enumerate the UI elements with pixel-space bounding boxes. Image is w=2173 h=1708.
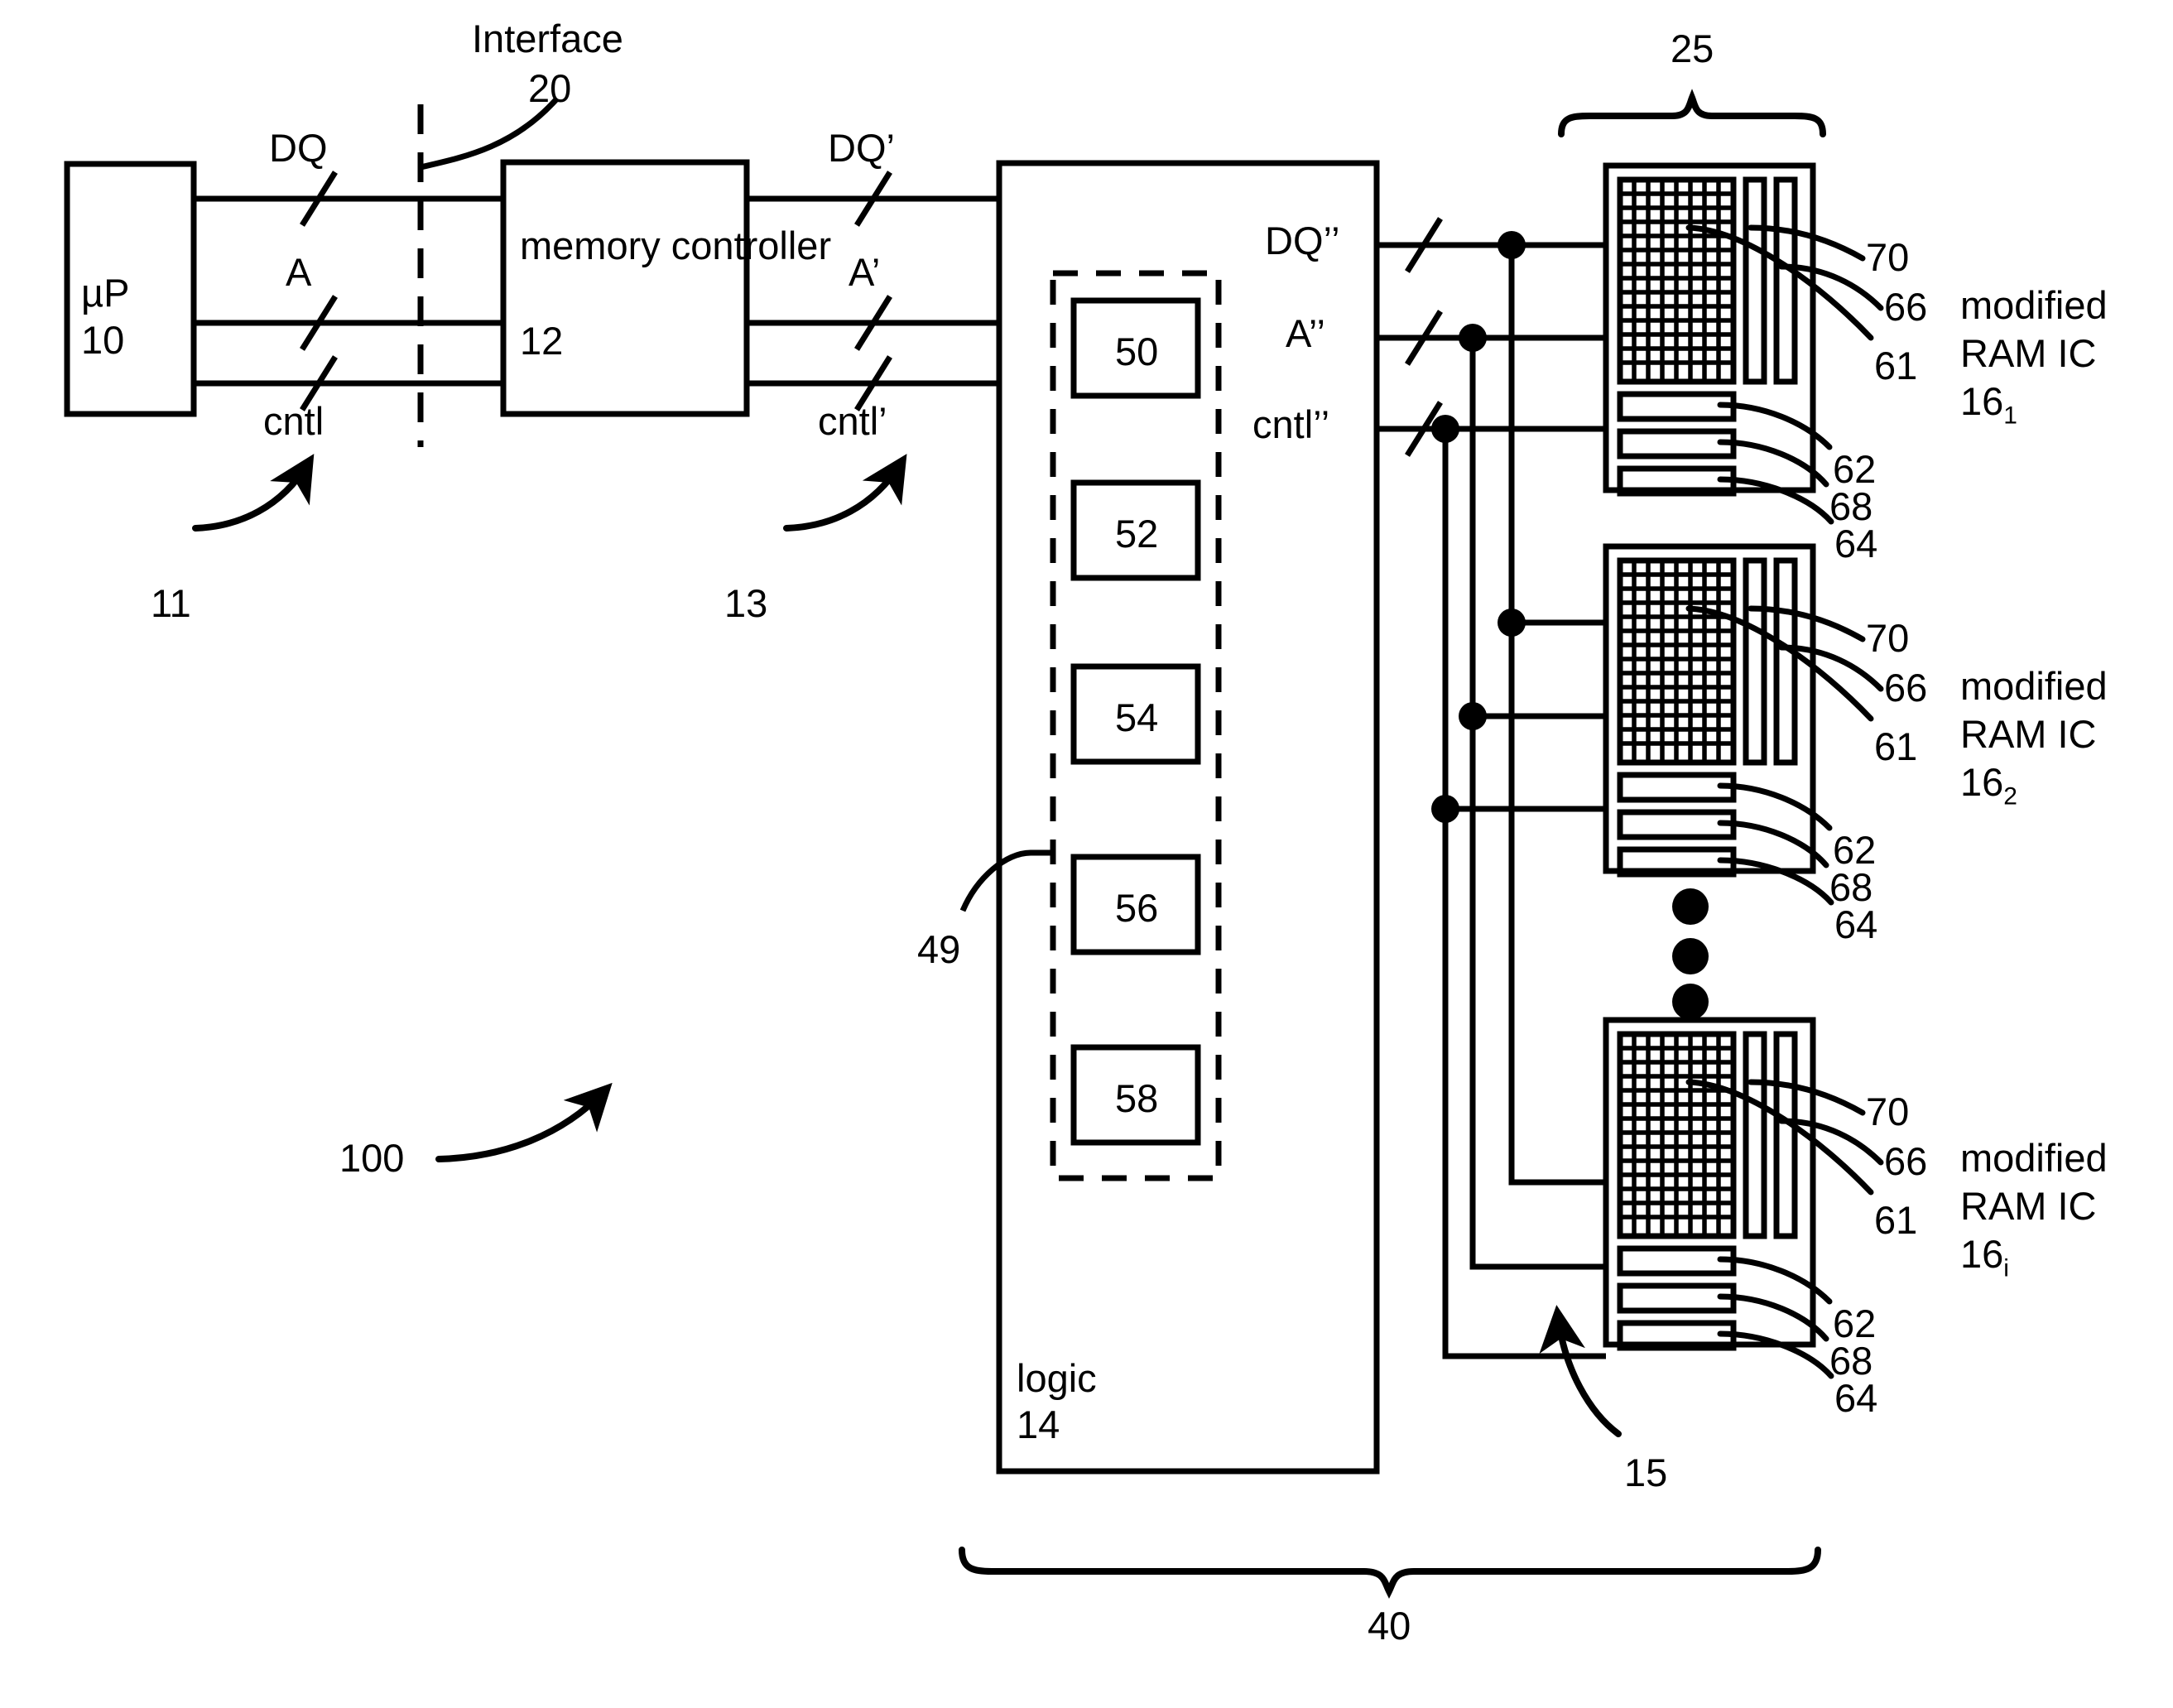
leader-49 bbox=[959, 849, 1053, 912]
microprocessor-name: µP bbox=[81, 271, 130, 315]
ram-ic-3-ref-sub: i bbox=[2003, 1254, 2009, 1282]
ram-ic-3-bar-66 bbox=[1773, 1031, 1798, 1239]
ram-ic-2-title-line2: RAM IC bbox=[1960, 712, 2097, 756]
ram-ic-2-title-line1: modified bbox=[1960, 664, 2108, 708]
callout-label-66-ic1: 66 bbox=[1884, 285, 1928, 329]
ram-ic-1-array-grid bbox=[1620, 180, 1733, 382]
callout-label-70-ic3: 70 bbox=[1866, 1090, 1910, 1133]
callout-label-61-ic2: 61 bbox=[1874, 724, 1918, 768]
ram-ic-3-title-line2: RAM IC bbox=[1960, 1184, 2097, 1228]
bus-label-cntl-dprime: cntl’’ bbox=[1252, 402, 1330, 446]
ram-ic-1-ref-sub: 1 bbox=[2003, 402, 2017, 430]
junction-dot-dq-ic2 bbox=[1498, 609, 1526, 637]
bus-label-dq-dprime: DQ’’ bbox=[1265, 219, 1340, 262]
ram-ic-2-body bbox=[1603, 543, 1816, 874]
callout-label-64-ic2: 64 bbox=[1834, 902, 1878, 946]
figure-canvas: Interface 20 µP 10 memory controller 12 … bbox=[0, 0, 2173, 1708]
ram-ic-2-ref-base: 16 bbox=[1960, 760, 2004, 804]
logic-module-group-ref-49: 49 bbox=[917, 927, 961, 971]
junction-dot-cntl-ic2 bbox=[1431, 795, 1459, 823]
ram-ic-2-bar-66 bbox=[1773, 557, 1798, 766]
bus-ref-13: 13 bbox=[724, 581, 768, 625]
ram-ic-1-title-line2: RAM IC bbox=[1960, 331, 2097, 375]
ram-ic-1-bar-70 bbox=[1743, 176, 1767, 385]
ram-ic-3-bar-62 bbox=[1617, 1245, 1737, 1277]
bracket-40 bbox=[959, 1547, 1821, 1599]
bus-ref-11: 11 bbox=[151, 581, 191, 625]
bus-label-a: A bbox=[286, 250, 312, 294]
ram-ic-3-ref-base: 16 bbox=[1960, 1232, 2004, 1276]
trunk-dq-to-ic3 bbox=[1508, 623, 1606, 1186]
trunk-cntl-to-ic3 bbox=[1442, 809, 1606, 1359]
bracket-label-40: 40 bbox=[1368, 1604, 1411, 1648]
interface-label: Interface bbox=[472, 17, 623, 60]
logic-module-label-54: 54 bbox=[1115, 695, 1159, 739]
bracket-label-25: 25 bbox=[1671, 26, 1714, 70]
logic-module-label-52: 52 bbox=[1115, 512, 1159, 556]
ram-ic-1-bar-62 bbox=[1617, 391, 1737, 422]
ram-ic-3-title-line1: modified bbox=[1960, 1136, 2108, 1180]
arrow-13 bbox=[783, 454, 907, 532]
bus-label-dq: DQ bbox=[269, 126, 328, 170]
microprocessor-ref: 10 bbox=[81, 318, 125, 362]
bus-label-cntl-prime: cntl’ bbox=[818, 399, 887, 443]
ram-ic-1-bar-68 bbox=[1617, 428, 1737, 459]
memory-controller-box bbox=[500, 159, 750, 417]
ram-ic-2-bar-62 bbox=[1617, 772, 1737, 803]
bus-label-a-dprime: A’’ bbox=[1286, 311, 1325, 355]
ram-ic-2-ref: 162 bbox=[1960, 758, 2017, 812]
callout-label-66-ic2: 66 bbox=[1884, 666, 1928, 710]
ram-ic-2-bar-70 bbox=[1743, 557, 1767, 766]
ram-ic-3-body bbox=[1603, 1017, 1816, 1348]
logic-ref: 14 bbox=[1017, 1402, 1060, 1446]
memory-controller-name-line1: memory controller bbox=[520, 224, 832, 267]
bus-label-a-prime: A’ bbox=[849, 250, 881, 294]
memory-controller-ref: 12 bbox=[520, 319, 564, 363]
callout-label-66-ic3: 66 bbox=[1884, 1139, 1928, 1183]
bus-ref-15: 15 bbox=[1624, 1451, 1668, 1494]
ram-ic-2-ref-sub: 2 bbox=[2003, 782, 2017, 811]
ram-ic-1-title-line1: modified bbox=[1960, 283, 2108, 327]
bracket-25 bbox=[1558, 89, 1826, 137]
ram-ic-1-body bbox=[1603, 162, 1816, 493]
callout-label-70-ic2: 70 bbox=[1866, 616, 1910, 660]
ram-ic-3-ref: 16i bbox=[1960, 1230, 2009, 1284]
junction-dot-a-ic1 bbox=[1459, 324, 1487, 352]
logic-module-label-50: 50 bbox=[1115, 330, 1159, 373]
bus-label-dq-prime: DQ’ bbox=[828, 126, 895, 170]
logic-module-label-56: 56 bbox=[1115, 886, 1159, 930]
arrow-11 bbox=[192, 454, 315, 532]
callout-label-64-ic1: 64 bbox=[1834, 522, 1878, 565]
callout-label-61-ic1: 61 bbox=[1874, 344, 1918, 387]
callout-label-61-ic3: 61 bbox=[1874, 1198, 1918, 1242]
ram-ic-1-bar-66 bbox=[1773, 176, 1798, 385]
junction-dot-dq-ic1 bbox=[1498, 231, 1526, 259]
ram-ic-3-bar-68 bbox=[1617, 1282, 1737, 1314]
junction-dot-a-ic2 bbox=[1459, 702, 1487, 730]
ram-ic-1-ref: 161 bbox=[1960, 378, 2017, 431]
vertical-ellipsis bbox=[1672, 888, 1709, 1020]
arrow-15 bbox=[1539, 1305, 1622, 1437]
junction-dot-cntl-ic1 bbox=[1431, 415, 1459, 443]
ram-ic-3-array-grid bbox=[1620, 1034, 1733, 1236]
ram-ic-2-bar-68 bbox=[1617, 809, 1737, 840]
ram-ic-3-bar-70 bbox=[1743, 1031, 1767, 1239]
arrow-100 bbox=[435, 1082, 613, 1162]
system-ref-100: 100 bbox=[339, 1136, 405, 1180]
logic-module-label-58: 58 bbox=[1115, 1076, 1159, 1120]
bus-label-cntl: cntl bbox=[263, 399, 325, 443]
interface-ref-20: 20 bbox=[528, 66, 572, 110]
ram-ic-2-array-grid bbox=[1620, 561, 1733, 763]
callout-label-64-ic3: 64 bbox=[1834, 1376, 1878, 1420]
callout-label-70-ic1: 70 bbox=[1866, 235, 1910, 279]
reference-arrows bbox=[192, 454, 1622, 1437]
ram-ic-1-ref-base: 16 bbox=[1960, 379, 2004, 423]
logic-name: logic bbox=[1017, 1356, 1097, 1400]
